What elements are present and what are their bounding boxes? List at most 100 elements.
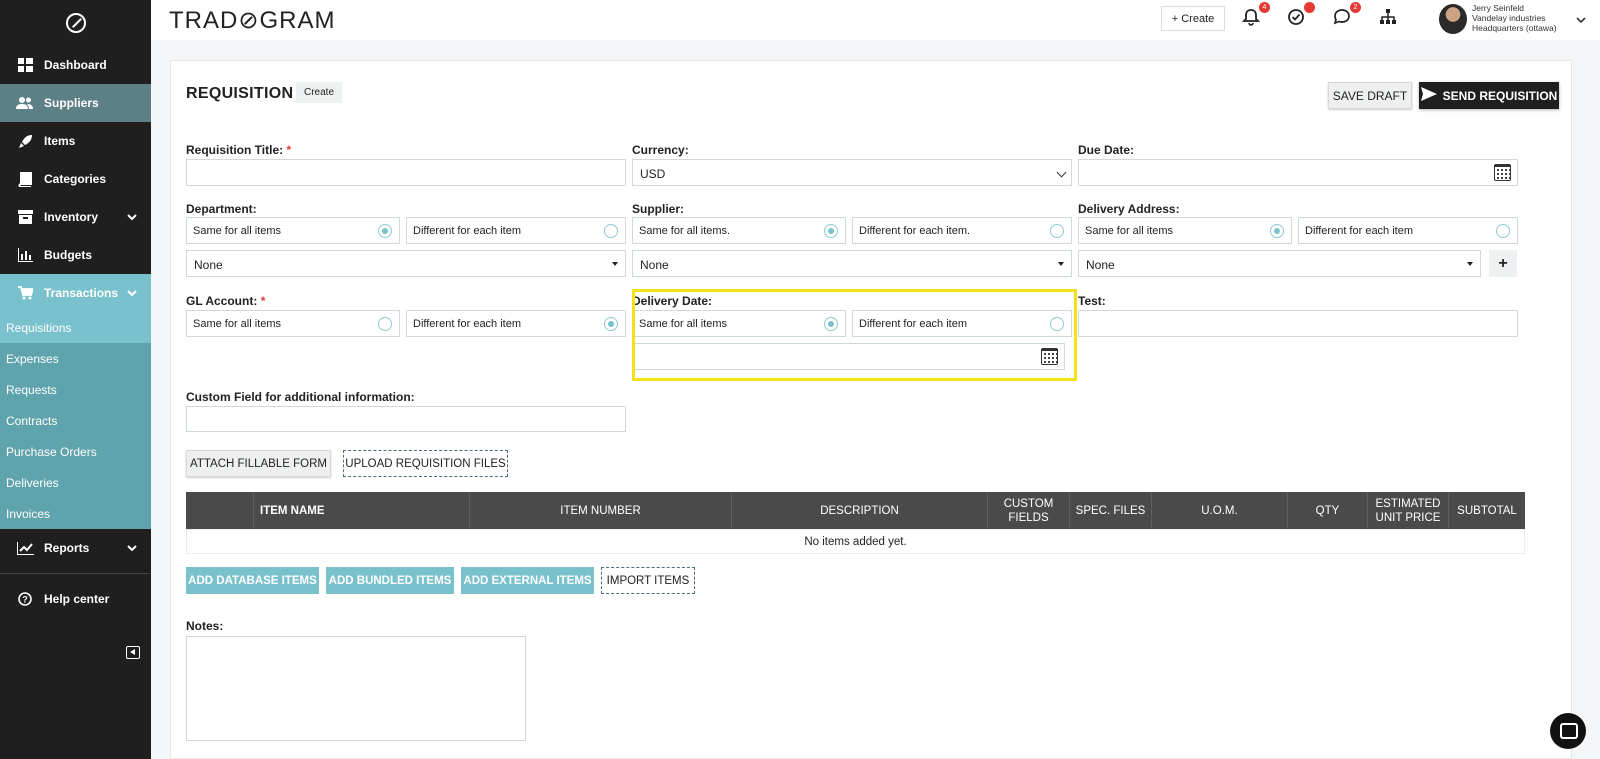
chat-badge: 2 [1350,2,1361,13]
department-select[interactable]: None [186,250,626,277]
sidebar-item-budgets[interactable]: Budgets [0,236,151,274]
currency-select[interactable]: USD [632,159,1072,186]
sidebar-item-help[interactable]: ? Help center [0,580,151,618]
brand-logo[interactable]: TRAD⊘GRAM [169,6,335,35]
sidebar-item-label: Inventory [44,210,99,224]
create-button[interactable]: + Create [1161,6,1225,31]
sidebar-item-label: Suppliers [44,96,99,110]
radio-unselected[interactable] [378,317,392,331]
delivery-address-select[interactable]: None [1078,250,1481,277]
book-icon [16,171,34,187]
subnav-contracts[interactable]: Contracts [0,405,151,436]
col-header [186,492,253,529]
department-diff-option[interactable]: Different for each item [406,217,626,244]
requisition-title-input[interactable] [186,159,626,186]
tasks-badge [1304,2,1315,13]
chevron-down-icon[interactable] [1576,13,1586,27]
sidebar-item-label: Items [44,134,76,148]
items-table-header: ITEM NAME ITEM NUMBER DESCRIPTION CUSTOM… [186,492,1525,529]
sidebar-item-label: Dashboard [44,58,107,72]
radio-selected[interactable] [1270,224,1284,238]
supplier-diff-option[interactable]: Different for each item. [852,217,1072,244]
delivery-address-diff-option[interactable]: Different for each item [1298,217,1518,244]
add-external-items-button[interactable]: ADD EXTERNAL ITEMS [461,567,594,594]
dashboard-icon [16,57,34,73]
col-header-spec-files: SPEC. FILES [1069,492,1151,529]
chat-icon[interactable]: 2 [1333,2,1361,28]
send-requisition-label: SEND REQUISITION [1442,88,1558,103]
col-header-qty: QTY [1287,492,1367,529]
sidebar-item-transactions[interactable]: Transactions [0,274,151,312]
sidebar-item-reports[interactable]: Reports [0,529,151,567]
subnav-requests[interactable]: Requests [0,374,151,405]
currency-label: Currency: [632,143,689,157]
save-draft-button[interactable]: SAVE DRAFT [1328,82,1412,109]
transactions-subnav: Requisitions Expenses Requests Contracts… [0,312,151,529]
org-chart-icon[interactable] [1379,8,1401,28]
add-bundled-items-button[interactable]: ADD BUNDLED ITEMS [326,567,454,594]
users-icon [16,95,34,111]
subnav-deliveries[interactable]: Deliveries [0,467,151,498]
col-header-item-name[interactable]: ITEM NAME [253,492,469,529]
sidebar-item-label: Help center [44,592,110,606]
department-same-option[interactable]: Same for all items [186,217,400,244]
attach-fillable-form-button[interactable]: ATTACH FILLABLE FORM [186,450,331,477]
gl-account-diff-option[interactable]: Different for each item [406,310,626,337]
sidebar-item-label: Transactions [44,286,119,300]
col-header-custom-fields: CUSTOM FIELDS [987,492,1069,529]
col-header-item-number[interactable]: ITEM NUMBER [469,492,731,529]
delivery-address-label: Delivery Address: [1078,202,1180,216]
subnav-expenses[interactable]: Expenses [0,343,151,374]
due-date-input[interactable] [1078,159,1518,186]
requisition-card: REQUISITION Create SAVE DRAFT SEND REQUI… [170,60,1572,759]
subnav-purchase-orders[interactable]: Purchase Orders [0,436,151,467]
sidebar-item-label: Reports [44,541,90,555]
radio-selected[interactable] [604,317,618,331]
tasks-icon[interactable] [1287,2,1315,28]
user-info[interactable]: Jerry Seinfeld Vandelay industries Headq… [1472,3,1557,33]
sidebar-item-dashboard[interactable]: Dashboard [0,46,151,84]
radio-unselected[interactable] [1050,224,1064,238]
test-input[interactable] [1078,310,1518,337]
live-chat-icon[interactable] [1550,713,1586,749]
mode-badge: Create [296,82,343,103]
calendar-icon[interactable] [1494,164,1511,181]
test-label: Test: [1078,294,1106,308]
radio-unselected[interactable] [604,224,618,238]
notes-textarea[interactable] [186,636,526,741]
col-header-description[interactable]: DESCRIPTION [731,492,987,529]
delivery-address-same-option[interactable]: Same for all items [1078,217,1292,244]
subnav-invoices[interactable]: Invoices [0,498,151,529]
gl-account-same-option[interactable]: Same for all items [186,310,400,337]
radio-selected[interactable] [824,224,838,238]
app-logo[interactable] [0,0,151,46]
notification-badge: 4 [1259,2,1270,13]
col-header-uom: U.O.M. [1151,492,1287,529]
radio-unselected[interactable] [1496,224,1510,238]
add-database-items-button[interactable]: ADD DATABASE ITEMS [186,567,319,594]
bell-icon[interactable]: 4 [1241,2,1270,28]
svg-text:?: ? [22,595,28,605]
col-header-subtotal: SUBTOTAL [1448,492,1525,529]
supplier-select[interactable]: None [632,250,1072,277]
radio-selected[interactable] [378,224,392,238]
table-empty-message: No items added yet. [186,529,1525,554]
send-requisition-button[interactable]: SEND REQUISITION [1419,82,1559,109]
line-chart-icon [16,540,34,556]
col-header-unit-price: ESTIMATED UNIT PRICE [1367,492,1448,529]
sidebar-item-inventory[interactable]: Inventory [0,198,151,236]
custom-field-input[interactable] [186,406,626,432]
add-address-button[interactable]: + [1489,250,1517,277]
highlight-box [632,289,1077,381]
import-items-button[interactable]: IMPORT ITEMS [601,567,695,594]
sidebar-item-categories[interactable]: Categories [0,160,151,198]
cart-icon [16,285,34,301]
upload-requisition-files-button[interactable]: UPLOAD REQUISITION FILES [343,450,508,477]
avatar[interactable] [1439,4,1467,34]
collapse-sidebar-icon[interactable] [126,646,140,659]
chevron-down-icon [1056,167,1067,178]
sidebar-item-items[interactable]: Items [0,122,151,160]
sidebar-item-suppliers[interactable]: Suppliers [0,84,151,122]
subnav-requisitions[interactable]: Requisitions [0,312,151,343]
supplier-same-option[interactable]: Same for all items. [632,217,846,244]
